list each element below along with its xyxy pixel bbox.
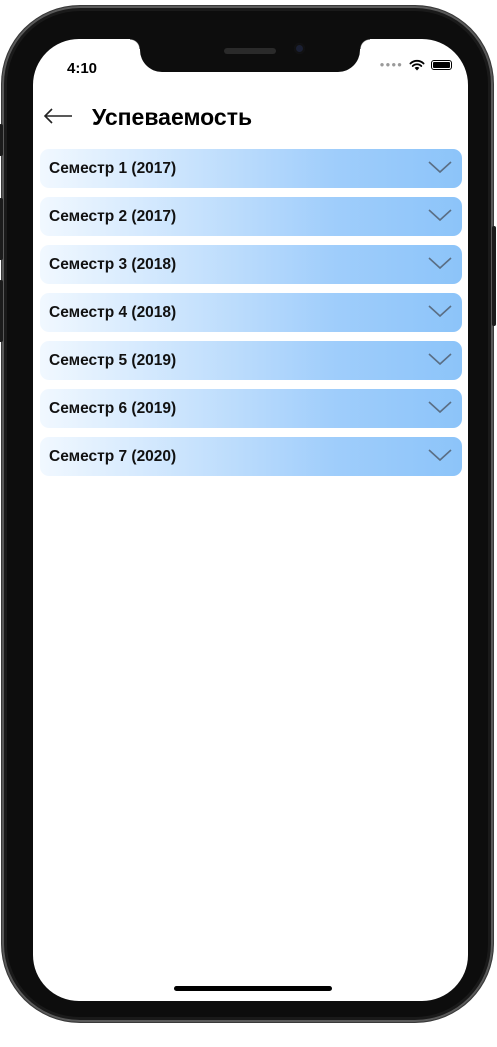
battery-level — [433, 62, 450, 68]
screen: 4:10 ●●●● Успеваемость Семестр 1 (2017) — [33, 39, 468, 1001]
arrow-left-icon[interactable] — [41, 105, 75, 127]
semester-item-4[interactable]: Семестр 4 (2018) — [40, 293, 462, 332]
silent-switch — [0, 124, 3, 156]
wifi-icon — [409, 59, 425, 71]
semester-label: Семестр 4 (2018) — [49, 304, 177, 321]
semester-item-3[interactable]: Семестр 3 (2018) — [40, 245, 462, 284]
phone-frame: 4:10 ●●●● Успеваемость Семестр 1 (2017) — [0, 6, 496, 1022]
semester-item-1[interactable]: Семестр 1 (2017) — [40, 149, 462, 188]
camera-icon — [294, 43, 305, 54]
status-icons: ●●●● — [380, 59, 452, 71]
semester-label: Семестр 2 (2017) — [49, 208, 177, 225]
power-button — [492, 226, 496, 326]
notch — [130, 39, 360, 72]
chevron-down-icon — [428, 209, 452, 222]
chevron-down-icon — [428, 401, 452, 414]
chevron-down-icon — [428, 449, 452, 462]
semester-label: Семестр 1 (2017) — [49, 160, 177, 177]
semester-item-2[interactable]: Семестр 2 (2017) — [40, 197, 462, 236]
semester-label: Семестр 3 (2018) — [49, 256, 177, 273]
status-time: 4:10 — [67, 60, 98, 77]
speaker-grille — [224, 48, 276, 54]
volume-down-button — [0, 280, 3, 342]
semester-item-7[interactable]: Семестр 7 (2020) — [40, 437, 462, 476]
semester-item-6[interactable]: Семестр 6 (2019) — [40, 389, 462, 428]
semester-list: Семестр 1 (2017) Семестр 2 (2017) Семест… — [40, 149, 462, 485]
chevron-down-icon — [428, 161, 452, 174]
signal-dots-icon: ●●●● — [379, 60, 403, 69]
chevron-down-icon — [428, 257, 452, 270]
semester-label: Семестр 5 (2019) — [49, 352, 177, 369]
volume-up-button — [0, 198, 3, 260]
semester-item-5[interactable]: Семестр 5 (2019) — [40, 341, 462, 380]
page-title: Успеваемость — [92, 104, 253, 130]
home-indicator[interactable] — [174, 986, 332, 991]
semester-label: Семестр 6 (2019) — [49, 400, 177, 417]
chevron-down-icon — [428, 353, 452, 366]
chevron-down-icon — [428, 305, 452, 318]
battery-icon — [431, 60, 452, 70]
header: Успеваемость — [33, 100, 468, 136]
semester-label: Семестр 7 (2020) — [49, 448, 177, 465]
